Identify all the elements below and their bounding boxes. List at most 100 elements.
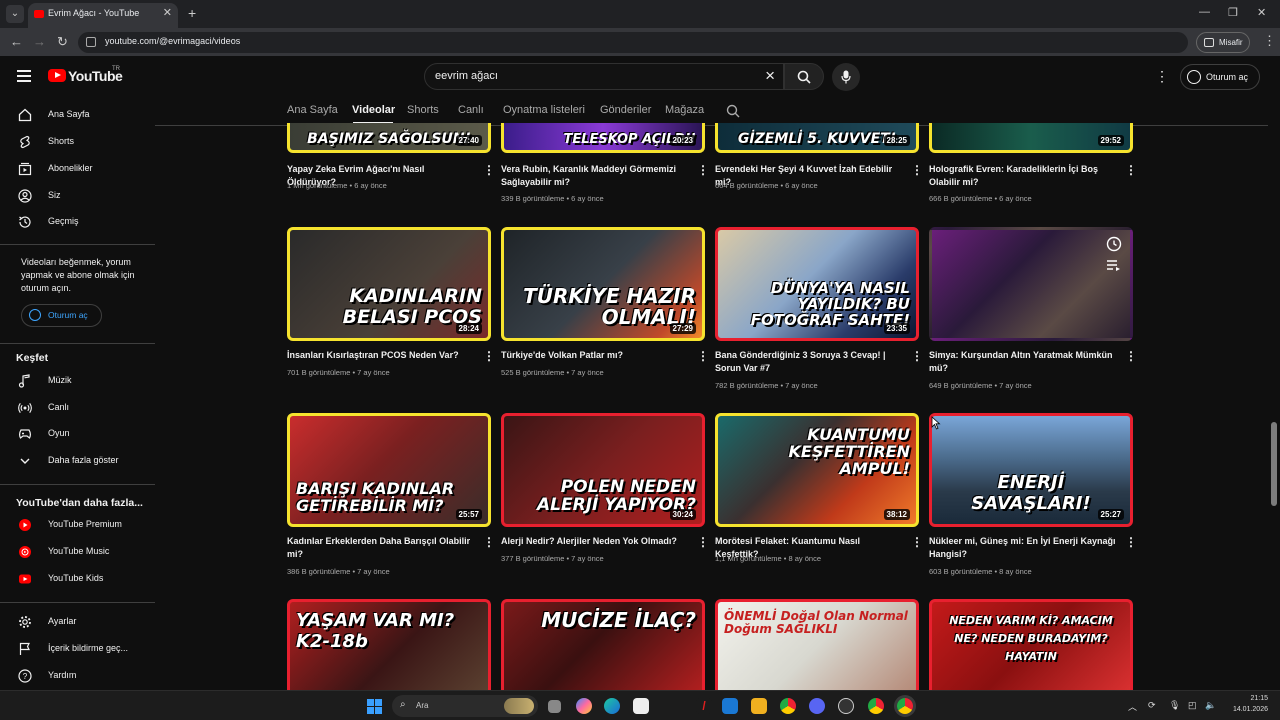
tab-shorts[interactable]: Shorts bbox=[407, 104, 439, 116]
tab-playlists[interactable]: Oynatma listeleri bbox=[503, 104, 585, 116]
youtube-logo-icon[interactable] bbox=[48, 69, 66, 82]
sidebar-item-youtube-kids[interactable]: YouTube Kids bbox=[0, 567, 155, 593]
taskbar-search[interactable]: ⌕ Ara bbox=[392, 695, 538, 717]
discord-icon[interactable] bbox=[809, 698, 825, 714]
restore-icon[interactable]: ❐ bbox=[1228, 6, 1238, 19]
guest-profile-button[interactable]: Misafir bbox=[1196, 32, 1250, 53]
tab-close-icon[interactable]: ✕ bbox=[163, 6, 172, 19]
search-button[interactable] bbox=[784, 63, 824, 90]
file-explorer-icon[interactable] bbox=[751, 698, 767, 714]
video-options-icon[interactable]: ⋮ bbox=[911, 535, 923, 549]
video-title[interactable]: Vera Rubin, Karanlık Maddeyi Görmemizi S… bbox=[501, 163, 689, 189]
video-thumbnail[interactable]: KADINLARIN BELASI PCOS 28:24 bbox=[287, 227, 491, 341]
video-thumbnail[interactable]: KUANTUMU KEŞFETTİREN AMPUL! 38:12 bbox=[715, 413, 919, 527]
show-hidden-icons-icon[interactable]: ︿ bbox=[1128, 700, 1137, 713]
tab-home[interactable]: Ana Sayfa bbox=[287, 104, 338, 116]
sync-icon[interactable]: ⟳ bbox=[1148, 700, 1156, 711]
tab-videos[interactable]: Videolar bbox=[352, 104, 395, 116]
video-options-icon[interactable]: ⋮ bbox=[483, 163, 495, 177]
address-bar[interactable]: youtube.com/@evrimagaci/videos bbox=[78, 32, 1188, 53]
video-title[interactable]: Türkiye'de Volkan Patlar mı? bbox=[501, 349, 689, 362]
video-options-icon[interactable]: ⋮ bbox=[911, 163, 923, 177]
back-icon[interactable]: ← bbox=[10, 34, 23, 49]
chrome-profile-icon[interactable] bbox=[868, 698, 884, 714]
video-title[interactable]: Nükleer mi, Güneş mi: En İyi Enerji Kayn… bbox=[929, 535, 1117, 561]
sign-in-button[interactable]: Oturum aç bbox=[1180, 64, 1260, 90]
obs-icon[interactable] bbox=[838, 698, 854, 714]
video-thumbnail[interactable]: GİZEMLİ 5. KUVVET! 28:25 bbox=[715, 123, 919, 153]
chrome-active-icon[interactable] bbox=[897, 698, 913, 714]
video-thumbnail[interactable]: DÜNYA'YA NASIL YAYILDIK? BU FOTOĞRAF SAH… bbox=[715, 227, 919, 341]
microphone-tray-icon[interactable]: 🎙 bbox=[1169, 700, 1180, 711]
video-options-icon[interactable]: ⋮ bbox=[911, 349, 923, 363]
task-view-icon[interactable] bbox=[548, 700, 561, 713]
video-title[interactable]: Bana Gönderdiğiniz 3 Soruya 3 Cevap! | S… bbox=[715, 349, 903, 375]
video-thumbnail[interactable]: 29:52 bbox=[929, 123, 1133, 153]
sidebar-item-gaming[interactable]: Oyun bbox=[0, 422, 155, 448]
close-window-icon[interactable]: ✕ bbox=[1257, 6, 1266, 19]
video-title[interactable]: Kadınlar Erkeklerden Daha Barışçıl Olabi… bbox=[287, 535, 475, 561]
reload-icon[interactable]: ↻ bbox=[57, 34, 68, 50]
scrollbar-thumb[interactable] bbox=[1271, 422, 1277, 506]
sidebar-item-live[interactable]: Canlı bbox=[0, 396, 155, 422]
capcut-icon[interactable] bbox=[633, 698, 649, 714]
sidebar-item-report-history[interactable]: İçerik bildirme geç... bbox=[0, 637, 155, 663]
video-title[interactable]: Simya: Kurşundan Altın Yaratmak Mümkün m… bbox=[929, 349, 1117, 375]
video-title[interactable]: Alerji Nedir? Alerjiler Neden Yok Olmadı… bbox=[501, 535, 689, 548]
video-options-icon[interactable]: ⋮ bbox=[483, 349, 495, 363]
video-options-icon[interactable]: ⋮ bbox=[1125, 349, 1137, 363]
sidebar-item-you[interactable]: Siz bbox=[0, 184, 155, 210]
sidebar-item-settings[interactable]: Ayarlar bbox=[0, 610, 155, 636]
video-thumbnail[interactable]: YAŞAM VAR MI? K2-18b bbox=[287, 599, 491, 690]
sidebar-item-shorts[interactable]: Shorts bbox=[0, 130, 155, 156]
new-tab-button[interactable]: + bbox=[188, 5, 196, 21]
tab-search-button[interactable]: ⌄ bbox=[6, 5, 24, 23]
sidebar-item-music[interactable]: Müzik bbox=[0, 369, 155, 395]
windows-start-icon[interactable] bbox=[367, 699, 382, 714]
sidebar-item-show-more[interactable]: Daha fazla göster bbox=[0, 449, 155, 475]
video-title[interactable]: İnsanları Kısırlaştıran PCOS Neden Var? bbox=[287, 349, 475, 362]
tab-live[interactable]: Canlı bbox=[458, 104, 484, 116]
video-thumbnail[interactable]: BAŞIMIZ SAĞOLSUN! 27:40 bbox=[287, 123, 491, 153]
video-options-icon[interactable]: ⋮ bbox=[697, 535, 709, 549]
forward-icon[interactable]: → bbox=[33, 34, 46, 49]
tab-posts[interactable]: Gönderiler bbox=[600, 104, 651, 116]
minimize-icon[interactable]: — bbox=[1199, 6, 1210, 18]
volume-icon[interactable]: 🔈 bbox=[1205, 700, 1216, 711]
video-thumbnail[interactable]: TÜRKİYE HAZIR OLMALI! 27:29 bbox=[501, 227, 705, 341]
chrome-icon[interactable] bbox=[780, 698, 796, 714]
site-info-icon[interactable] bbox=[86, 37, 96, 47]
clear-search-icon[interactable]: × bbox=[765, 66, 775, 86]
video-thumbnail[interactable]: POLEN NEDEN ALERJİ YAPIYOR? 30:24 bbox=[501, 413, 705, 527]
copilot-icon[interactable] bbox=[576, 698, 592, 714]
sidebar-item-help[interactable]: ? Yardım bbox=[0, 664, 155, 690]
video-thumbnail[interactable]: TELESKOP AÇILDI! 20:23 bbox=[501, 123, 705, 153]
video-thumbnail[interactable] bbox=[929, 227, 1133, 341]
opera-icon[interactable]: / bbox=[696, 698, 712, 714]
video-thumbnail[interactable]: ÖNEMLİ Doğal Olan Normal Doğum SAĞLIKLI bbox=[715, 599, 919, 690]
edge-icon[interactable] bbox=[604, 698, 620, 714]
browser-menu-icon[interactable]: ⋮ bbox=[1263, 33, 1276, 49]
video-options-icon[interactable]: ⋮ bbox=[697, 349, 709, 363]
sidebar-item-history[interactable]: Geçmiş bbox=[0, 210, 155, 236]
sidebar-item-youtube-premium[interactable]: YouTube Premium bbox=[0, 513, 155, 539]
video-thumbnail[interactable]: NEDEN VARIM Kİ? AMACIM NE? NEDEN BURADAY… bbox=[929, 599, 1133, 690]
video-thumbnail[interactable]: MUCİZE İLAÇ? bbox=[501, 599, 705, 690]
page-scrollbar[interactable] bbox=[1268, 98, 1280, 690]
video-thumbnail[interactable]: ENERJİ SAVAŞLARI! 25:27 bbox=[929, 413, 1133, 527]
menu-icon[interactable] bbox=[17, 70, 31, 82]
video-options-icon[interactable]: ⋮ bbox=[483, 535, 495, 549]
settings-menu-icon[interactable]: ⋮ bbox=[1155, 68, 1169, 85]
voice-search-button[interactable] bbox=[832, 63, 860, 91]
clock-date[interactable]: 14.01.2026 bbox=[1220, 706, 1268, 713]
search-input[interactable]: eevrim ağacı × bbox=[424, 63, 784, 90]
video-title[interactable]: Holografik Evren: Karadeliklerin İçi Boş… bbox=[929, 163, 1117, 189]
sidebar-sign-in-button[interactable]: Oturum aç bbox=[21, 304, 102, 327]
browser-tab[interactable]: Evrim Ağacı - YouTube ✕ bbox=[28, 3, 178, 28]
video-options-icon[interactable]: ⋮ bbox=[1125, 163, 1137, 177]
video-thumbnail[interactable]: BARIŞI KADINLAR GETİREBİLİR Mİ? 25:57 bbox=[287, 413, 491, 527]
sidebar-item-home[interactable]: Ana Sayfa bbox=[0, 103, 155, 129]
mail-icon[interactable] bbox=[722, 698, 738, 714]
video-options-icon[interactable]: ⋮ bbox=[697, 163, 709, 177]
channel-search-icon[interactable] bbox=[726, 104, 740, 118]
